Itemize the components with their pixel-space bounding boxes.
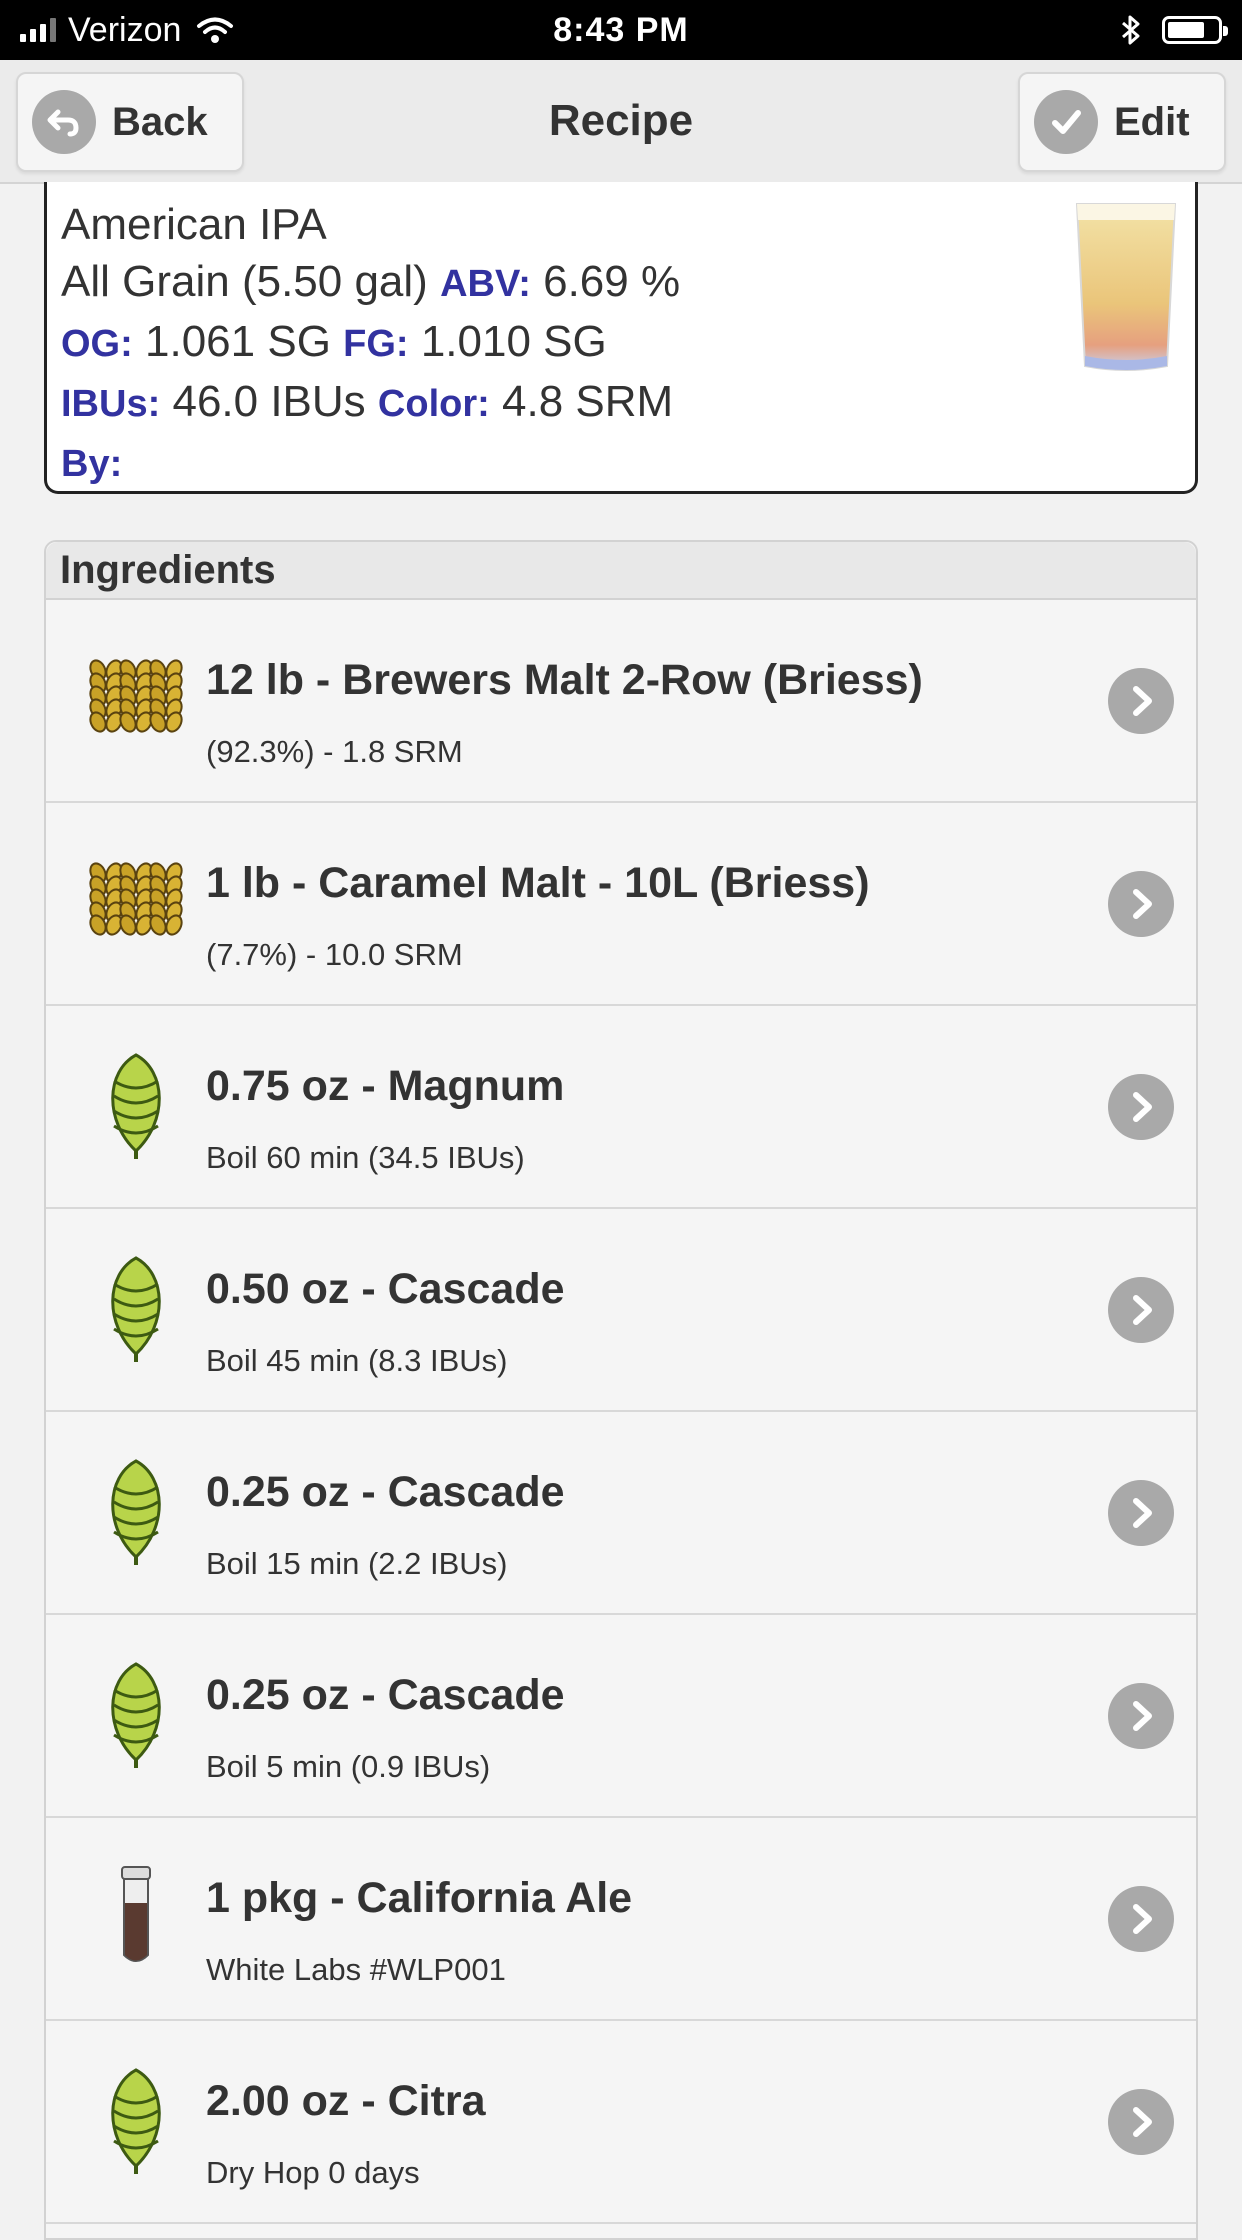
ingredient-subtitle: (92.3%) - 1.8 SRM <box>206 734 463 769</box>
yeast-vial-icon <box>86 1866 186 1968</box>
ibu-label: IBUs: <box>61 383 161 425</box>
checkmark-icon <box>1034 90 1098 154</box>
status-bar: Verizon 8:43 PM <box>0 0 1242 60</box>
nav-bar: Recipe Back Edit <box>0 60 1242 184</box>
beer-glass-icon <box>1075 203 1177 371</box>
ibu-value: 46.0 IBUs <box>172 377 366 426</box>
ingredients-header: Ingredients <box>46 542 1196 600</box>
recipe-style: American IPA <box>61 200 327 249</box>
color-label: Color: <box>377 383 490 425</box>
og-value: 1.061 SG <box>145 317 331 366</box>
back-button-label: Back <box>112 99 208 144</box>
ingredient-subtitle: Boil 5 min (0.9 IBUs) <box>206 1749 491 1784</box>
ingredient-row[interactable]: 0.25 oz - Cascade Boil 15 min (2.2 IBUs) <box>46 1412 1196 1615</box>
back-arrow-icon <box>32 90 96 154</box>
ingredient-row[interactable]: 1 pkg - California Ale White Labs #WLP001 <box>46 1818 1196 2021</box>
grain-icon <box>86 853 186 953</box>
chevron-right-icon[interactable] <box>1108 1277 1174 1343</box>
abv-label: ABV: <box>440 263 531 305</box>
battery-icon <box>1162 16 1228 44</box>
ingredient-row[interactable]: 1 lb - Caramel Malt - 10L (Briess) (7.7%)… <box>46 803 1196 1006</box>
recipe-type-abv-line: All Grain (5.50 gal) ABV: 6.69 % <box>61 253 680 313</box>
color-value: 4.8 SRM <box>502 377 674 426</box>
ingredient-title: 1 pkg - California Ale <box>206 1874 633 1922</box>
author-line: By: <box>61 433 680 493</box>
abv-value: 6.69 % <box>543 257 681 306</box>
fg-label: FG: <box>343 323 409 365</box>
hop-icon <box>86 1459 186 1565</box>
bluetooth-icon <box>1122 15 1140 45</box>
chevron-right-icon[interactable] <box>1108 871 1174 937</box>
edit-button[interactable]: Edit <box>1018 72 1226 172</box>
back-button[interactable]: Back <box>16 72 244 172</box>
ingredient-row[interactable]: 0.50 oz - Cascade Boil 45 min (8.3 IBUs) <box>46 1209 1196 1412</box>
ingredient-row[interactable]: 0.75 oz - Magnum Boil 60 min (34.5 IBUs) <box>46 1006 1196 1209</box>
fg-value: 1.010 SG <box>420 317 607 366</box>
recipe-summary-lines: American IPA All Grain (5.50 gal) ABV: 6… <box>61 196 680 493</box>
ingredient-title: 2.00 oz - Citra <box>206 2077 486 2125</box>
status-time: 8:43 PM <box>553 11 689 49</box>
ingredient-title: 0.50 oz - Cascade <box>206 1265 565 1313</box>
og-label: OG: <box>61 323 133 365</box>
chevron-right-icon[interactable] <box>1108 1480 1174 1546</box>
ingredient-row[interactable]: 12 lb - Brewers Malt 2-Row (Briess) (92.3… <box>46 600 1196 803</box>
ingredient-subtitle: (7.7%) - 10.0 SRM <box>206 937 463 972</box>
ingredient-row[interactable]: 0.25 oz - Cascade Boil 5 min (0.9 IBUs) <box>46 1615 1196 1818</box>
chevron-right-icon[interactable] <box>1108 1683 1174 1749</box>
ingredients-list: 12 lb - Brewers Malt 2-Row (Briess) (92.3… <box>46 600 1196 2224</box>
hop-icon <box>86 1662 186 1768</box>
edit-button-label: Edit <box>1114 99 1190 144</box>
recipe-summary-card: American IPA All Grain (5.50 gal) ABV: 6… <box>44 182 1198 494</box>
ingredient-subtitle: White Labs #WLP001 <box>206 1952 506 1987</box>
hop-icon <box>86 1053 186 1159</box>
chevron-right-icon[interactable] <box>1108 1886 1174 1952</box>
chevron-right-icon[interactable] <box>1108 668 1174 734</box>
ingredient-title: 1 lb - Caramel Malt - 10L (Briess) <box>206 859 870 907</box>
ingredient-subtitle: Boil 45 min (8.3 IBUs) <box>206 1343 508 1378</box>
ingredient-title: 12 lb - Brewers Malt 2-Row (Briess) <box>206 656 923 704</box>
hop-icon <box>86 1256 186 1362</box>
recipe-type: All Grain (5.50 gal) <box>61 257 428 306</box>
ingredients-section: Ingredients 12 lb - Brewers Malt 2-Row (… <box>44 540 1198 2240</box>
by-label: By: <box>61 443 123 485</box>
status-right <box>1120 0 1228 60</box>
ingredient-title: 0.25 oz - Cascade <box>206 1468 565 1516</box>
ingredient-row[interactable]: 2.00 oz - Citra Dry Hop 0 days <box>46 2021 1196 2224</box>
ingredient-title: 0.75 oz - Magnum <box>206 1062 565 1110</box>
chevron-right-icon[interactable] <box>1108 2089 1174 2155</box>
hop-icon <box>86 2068 186 2174</box>
ingredient-subtitle: Boil 15 min (2.2 IBUs) <box>206 1546 508 1581</box>
ingredient-title: 0.25 oz - Cascade <box>206 1671 565 1719</box>
ibu-color-line: IBUs: 46.0 IBUs Color: 4.8 SRM <box>61 373 680 433</box>
chevron-right-icon[interactable] <box>1108 1074 1174 1140</box>
ingredient-subtitle: Boil 60 min (34.5 IBUs) <box>206 1140 525 1175</box>
grain-icon <box>86 650 186 750</box>
gravity-line: OG: 1.061 SG FG: 1.010 SG <box>61 313 680 373</box>
ingredient-subtitle: Dry Hop 0 days <box>206 2155 420 2190</box>
